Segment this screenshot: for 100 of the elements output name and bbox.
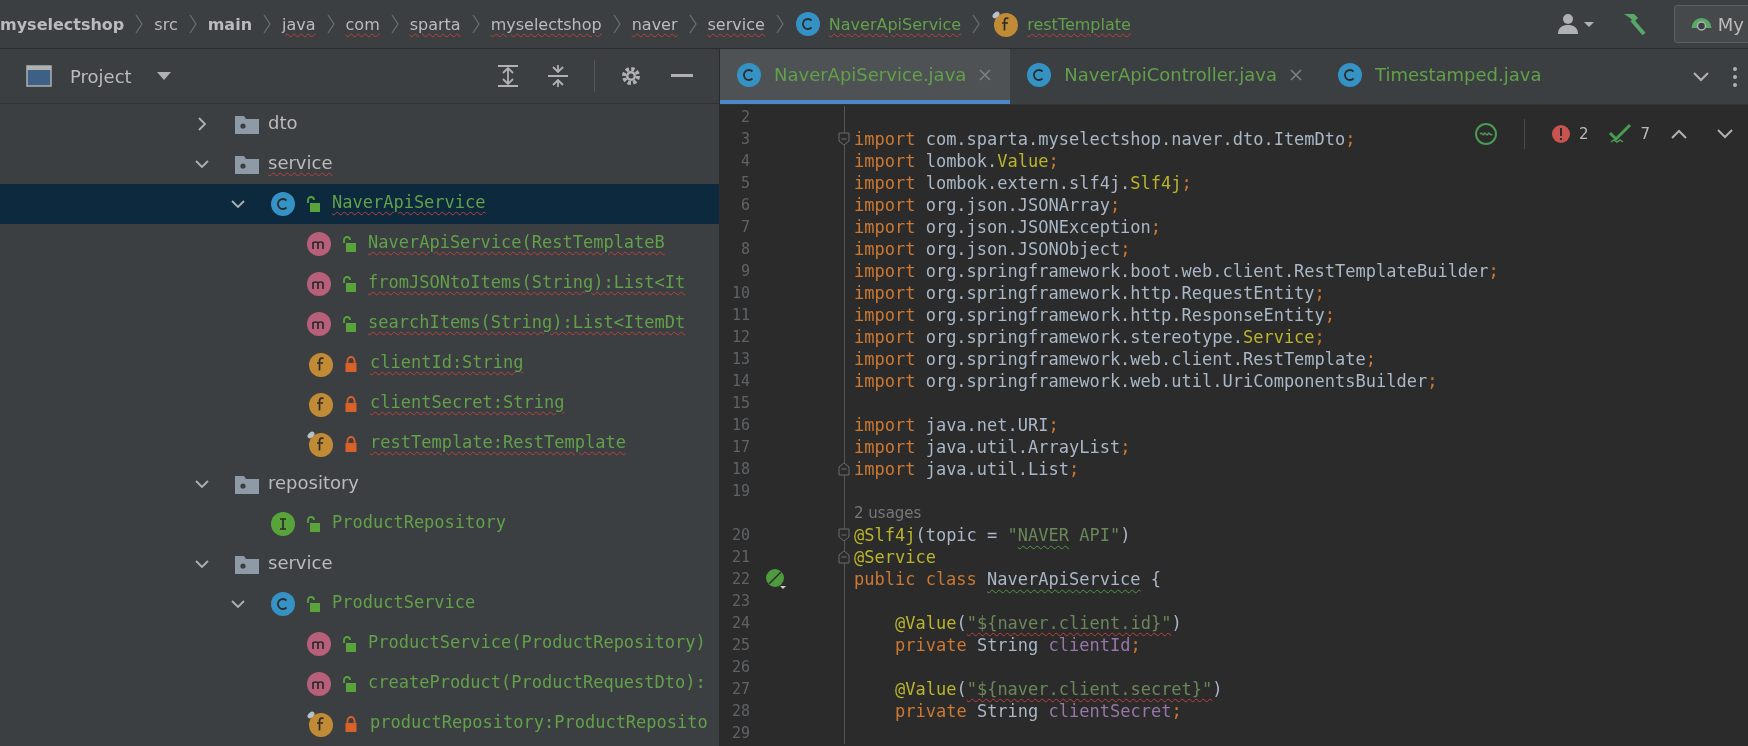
code-line: @Service <box>854 547 936 567</box>
tree-item-label: ProductRepository <box>332 512 506 534</box>
code-line: import java.util.List; <box>854 459 1080 479</box>
class-icon <box>270 191 296 217</box>
tree-row[interactable]: ProductService(ProductRepository) <box>0 624 719 664</box>
breadcrumb[interactable]: java <box>282 14 316 39</box>
code-line: import org.springframework.boot.web.client.RestTemplateBuilder; <box>854 261 1499 281</box>
fold-icon[interactable] <box>838 528 850 542</box>
tree-row[interactable]: searchItems(String):List<ItemDt <box>0 304 719 344</box>
line-number: 27 <box>730 680 750 698</box>
line-number: 19 <box>730 482 750 500</box>
breadcrumb[interactable]: myselectshop <box>490 14 602 39</box>
class-icon <box>736 61 762 88</box>
fold-icon[interactable] <box>838 462 850 476</box>
chevron-right-icon <box>774 13 785 35</box>
caret-icon[interactable] <box>155 71 172 81</box>
tree-row[interactable]: createProduct(ProductRequestDto): <box>0 664 719 704</box>
line-number: 6 <box>739 196 750 214</box>
tree-row[interactable]: fromJSONtoItems(String):List<It <box>0 264 719 304</box>
editor-tab[interactable]: NaverApiService.java <box>720 49 1011 104</box>
tree-item-label: createProduct(ProductRequestDto): <box>368 672 706 694</box>
breadcrumb[interactable]: src <box>154 14 178 39</box>
fold-icon[interactable] <box>838 550 850 564</box>
method-icon <box>306 671 332 697</box>
method-icon <box>306 271 332 297</box>
folder-icon <box>234 553 260 575</box>
tree-item-label: clientSecret:String <box>370 392 565 414</box>
minimize-icon[interactable] <box>671 74 693 78</box>
tree-item-label: NaverApiService <box>332 192 486 214</box>
tree-row[interactable]: NaverApiService <box>0 184 719 224</box>
tree-item-label: searchItems(String):List<ItemDt <box>368 312 686 334</box>
breadcrumb[interactable]: com <box>345 14 380 39</box>
line-number: 29 <box>730 724 750 742</box>
chevron-right-icon <box>611 13 622 35</box>
breadcrumb[interactable]: restTemplate <box>1027 14 1131 39</box>
chevron-up-icon[interactable] <box>1670 128 1688 140</box>
tree-row[interactable]: ProductService <box>0 584 719 624</box>
breadcrumb[interactable]: naver <box>631 14 678 39</box>
user-icon[interactable] <box>1555 12 1596 36</box>
tree-row[interactable]: restTemplate:RestTemplate <box>0 424 719 464</box>
tree-item-label: service <box>268 551 333 575</box>
breadcrumb[interactable]: myselectshop <box>0 14 125 39</box>
breadcrumb[interactable]: main <box>207 14 252 39</box>
more-icon[interactable] <box>1732 65 1738 88</box>
run-config-dropdown[interactable]: My <box>1673 5 1748 43</box>
error-icon[interactable] <box>1550 124 1571 144</box>
tree-row[interactable]: dto <box>0 104 719 144</box>
window-icon <box>26 65 52 87</box>
checkmark-icon[interactable] <box>1608 123 1633 145</box>
chevron-right-icon <box>134 13 145 35</box>
line-number: 14 <box>730 372 750 390</box>
editor-tab[interactable]: NaverApiController.java <box>1010 49 1321 104</box>
tree-row[interactable]: repository <box>0 464 719 504</box>
editor-tab[interactable]: Timestamped.java <box>1321 49 1560 104</box>
code-line: import org.springframework.http.RequestEntity; <box>854 283 1325 303</box>
tree-item-label: ProductService(ProductRepository) <box>368 632 706 654</box>
method-icon <box>306 311 332 337</box>
code-line: import org.springframework.web.util.UriComponentsBuilder; <box>854 371 1438 391</box>
tree-row[interactable]: NaverApiService(RestTemplateB <box>0 224 719 264</box>
code-line: @Value("${naver.client.secret}") <box>895 679 1223 699</box>
panel-title[interactable]: Project <box>70 65 132 87</box>
bean-icon[interactable] <box>765 568 787 590</box>
chevron-down-icon[interactable] <box>1692 70 1710 83</box>
chevron-down-icon[interactable] <box>1716 128 1734 140</box>
line-number: 12 <box>730 328 750 346</box>
line-number: 5 <box>739 174 750 192</box>
tree-item-label: ProductService <box>332 592 476 614</box>
tree-row[interactable]: clientSecret:String <box>0 384 719 424</box>
line-number: 13 <box>730 350 750 368</box>
code-line: @Slf4j(topic = "NAVER API") <box>854 525 1131 545</box>
error-count: 2 <box>1578 125 1589 143</box>
code-line: import org.json.JSONException; <box>854 217 1162 237</box>
fold-icon[interactable] <box>838 132 850 146</box>
code-line: import com.sparta.myselectshop.naver.dto.ItemDto; <box>854 129 1356 149</box>
line-number: 23 <box>730 592 750 610</box>
tree-row[interactable]: ProductRepository <box>0 504 719 544</box>
breadcrumb[interactable]: service <box>707 14 765 39</box>
folder-icon <box>234 473 260 495</box>
close-icon[interactable] <box>1289 67 1303 82</box>
inspection-icon[interactable] <box>1473 122 1498 146</box>
tree-row[interactable]: clientId:String <box>0 344 719 384</box>
code-line: private String clientId; <box>895 635 1141 655</box>
expand-all-icon[interactable] <box>496 64 520 88</box>
settings-icon[interactable] <box>619 64 643 88</box>
line-number: 8 <box>739 240 750 258</box>
line-number: 26 <box>730 658 750 676</box>
breadcrumb[interactable]: NaverApiService <box>828 14 962 39</box>
chevron-right-icon <box>187 13 198 35</box>
collapse-all-icon[interactable] <box>546 64 570 88</box>
line-number: 20 <box>730 526 750 544</box>
tree-row[interactable]: productRepository:ProductReposito <box>0 704 719 744</box>
usages-hint[interactable]: 2 usages <box>854 504 922 522</box>
tree-row[interactable]: service <box>0 544 719 584</box>
line-number: 15 <box>730 394 750 412</box>
tree-item-label: service <box>268 151 333 175</box>
class-icon <box>270 591 296 617</box>
breadcrumb[interactable]: sparta <box>409 14 461 39</box>
tree-row[interactable]: service <box>0 144 719 184</box>
code-line: import java.util.ArrayList; <box>854 437 1131 457</box>
line-number: 3 <box>739 130 750 148</box>
